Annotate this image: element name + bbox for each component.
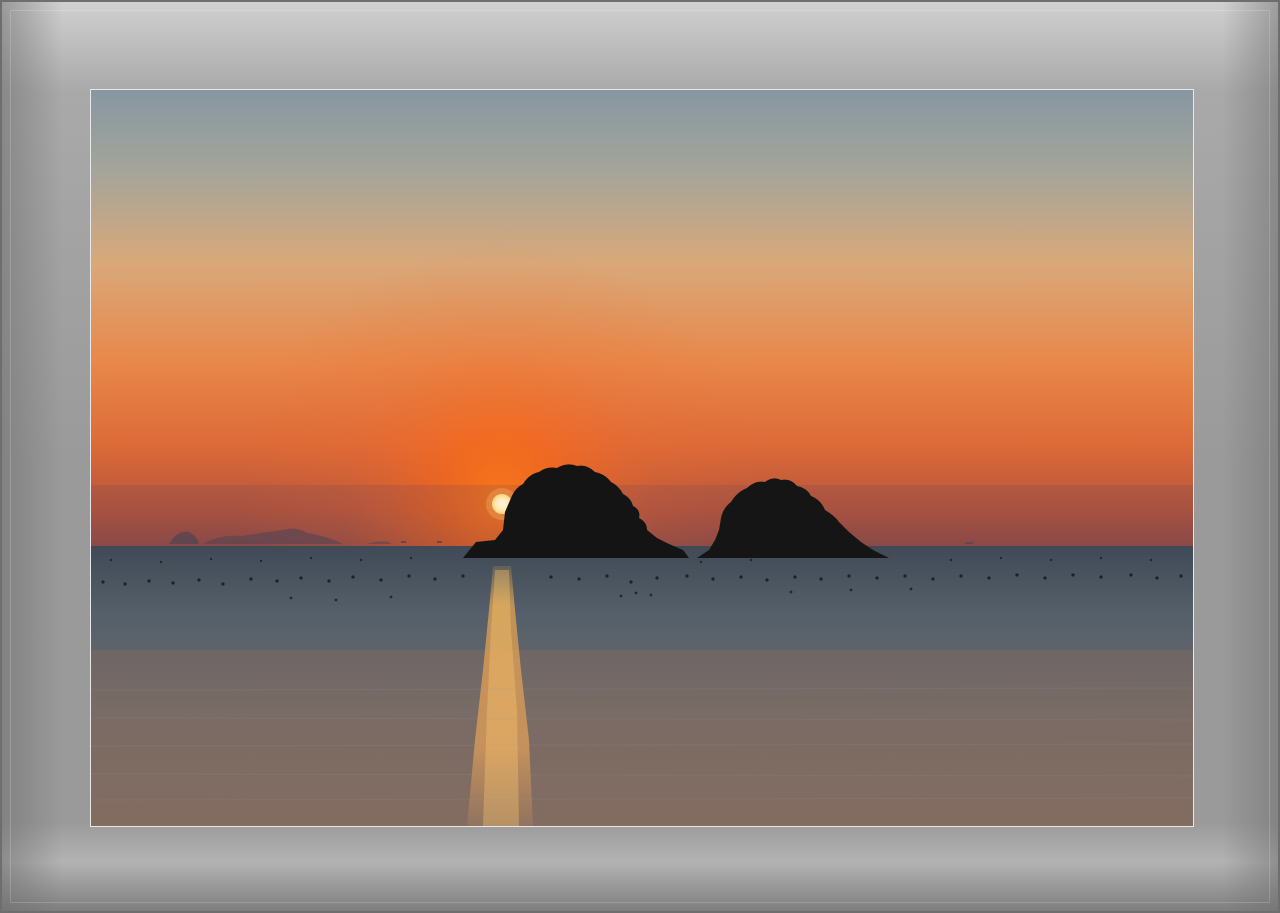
sunset-photo-canvas bbox=[91, 90, 1193, 826]
sun-glow bbox=[91, 90, 1193, 546]
picture-frame bbox=[0, 0, 1280, 913]
sunset-photo bbox=[90, 89, 1194, 827]
